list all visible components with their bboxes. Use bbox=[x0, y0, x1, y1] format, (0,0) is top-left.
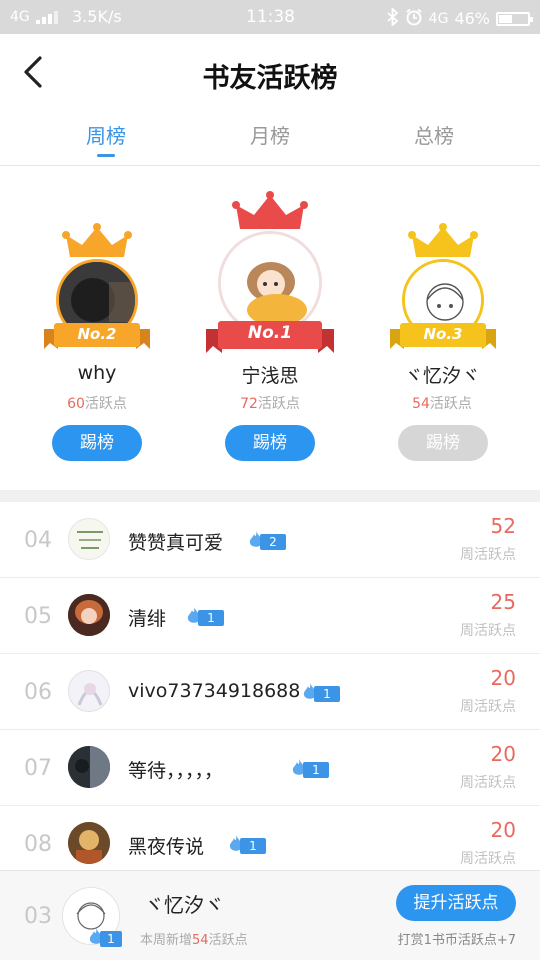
active-tab-indicator bbox=[97, 154, 115, 157]
rank-label: No.3 bbox=[423, 325, 463, 343]
rank-number: 05 bbox=[24, 604, 52, 629]
score-label: 周活跃点 bbox=[460, 775, 516, 791]
user-name: 等待，，，，， bbox=[128, 760, 224, 782]
score-label: 周活跃点 bbox=[460, 547, 516, 563]
user-name: 黑夜传说 bbox=[128, 836, 205, 858]
section-divider bbox=[0, 490, 540, 502]
network-type-right: 4G bbox=[428, 11, 449, 27]
crown-icon bbox=[62, 223, 132, 257]
signal-icon bbox=[36, 10, 62, 28]
my-weekly-points: 本周新增54活跃点 bbox=[140, 933, 248, 948]
level-number: 1 bbox=[100, 931, 122, 947]
list-item[interactable]: 05 清绯 1 25 周活跃点 bbox=[0, 578, 540, 654]
rank-tabs: 周榜 月榜 总榜 bbox=[0, 110, 540, 166]
level-number: 2 bbox=[260, 534, 286, 550]
network-speed: 3.5K/s bbox=[72, 7, 122, 26]
header: 书友活跃榜 bbox=[0, 34, 540, 110]
score-value: 20 bbox=[490, 818, 516, 842]
score-value: 52 bbox=[490, 514, 516, 538]
rank-number: 08 bbox=[24, 832, 52, 857]
score-label: 周活跃点 bbox=[460, 623, 516, 639]
list-item[interactable]: 07 等待，，，，， 1 20 周活跃点 bbox=[0, 730, 540, 806]
podium-name: ヾ忆汐ヾ bbox=[403, 365, 480, 387]
kick-button[interactable]: 踢榜 bbox=[52, 425, 142, 461]
clock: 11:38 bbox=[246, 7, 295, 27]
user-name: 清绯 bbox=[128, 608, 167, 630]
tab-monthly[interactable]: 月榜 bbox=[210, 120, 330, 149]
level-number: 1 bbox=[314, 686, 340, 702]
user-name: vivo73734918688 bbox=[128, 680, 301, 702]
tab-weekly[interactable]: 周榜 bbox=[46, 120, 166, 149]
score-value: 20 bbox=[490, 666, 516, 690]
top-three-podium: No.2 why 60活跃点 踢榜 No.1 宁浅思 72活跃点 踢榜 No.3… bbox=[0, 167, 540, 490]
rank-number: 07 bbox=[24, 756, 52, 781]
my-level-badge: 1 bbox=[88, 928, 124, 947]
level-number: 1 bbox=[303, 762, 329, 778]
user-name: 赞赞真可爱 bbox=[128, 532, 224, 554]
alarm-icon bbox=[405, 8, 423, 30]
battery-percent: 46% bbox=[454, 9, 490, 28]
kick-button[interactable]: 踢榜 bbox=[225, 425, 315, 461]
rank-number: 06 bbox=[24, 680, 52, 705]
crown-icon bbox=[232, 191, 308, 229]
rank-list: 04 赞赞真可爱 2 52 周活跃点 05 清绯 1 25 周活跃点 06 vi… bbox=[0, 502, 540, 882]
podium-name: why bbox=[77, 362, 117, 384]
score-label: 周活跃点 bbox=[460, 851, 516, 867]
podium-points: 72活跃点 bbox=[240, 396, 300, 412]
boost-activity-button[interactable]: 提升活跃点 bbox=[396, 885, 516, 921]
avatar bbox=[68, 518, 110, 560]
podium-points: 60活跃点 bbox=[67, 396, 127, 412]
tab-total[interactable]: 总榜 bbox=[374, 120, 494, 149]
avatar bbox=[68, 594, 110, 636]
my-rank-bar: 03 1 ヾ忆汐ヾ 本周新增54活跃点 提升活跃点 打赏1书币活跃点+7 bbox=[0, 870, 540, 960]
crown-icon bbox=[408, 223, 478, 257]
rank-label: No.2 bbox=[77, 325, 117, 343]
score-value: 25 bbox=[490, 590, 516, 614]
score-label: 周活跃点 bbox=[460, 699, 516, 715]
list-item[interactable]: 04 赞赞真可爱 2 52 周活跃点 bbox=[0, 502, 540, 578]
score-value: 20 bbox=[490, 742, 516, 766]
kick-button[interactable]: 踢榜 bbox=[398, 425, 488, 461]
podium-points: 54活跃点 bbox=[412, 396, 472, 412]
my-rank-number: 03 bbox=[24, 904, 52, 929]
network-type: 4G bbox=[10, 9, 30, 25]
rank-label: No.1 bbox=[247, 323, 293, 343]
rank-number: 04 bbox=[24, 528, 52, 553]
boost-note: 打赏1书币活跃点+7 bbox=[397, 933, 516, 948]
avatar bbox=[68, 746, 110, 788]
list-item[interactable]: 06 vivo73734918688 1 20 周活跃点 bbox=[0, 654, 540, 730]
status-right: 4G 46% bbox=[387, 6, 533, 30]
level-number: 1 bbox=[240, 838, 266, 854]
page-title: 书友活跃榜 bbox=[202, 63, 338, 94]
podium-name: 宁浅思 bbox=[241, 365, 299, 387]
bluetooth-icon bbox=[387, 6, 399, 30]
avatar bbox=[68, 670, 110, 712]
status-bar: 4G 3.5K/s 11:38 4G 46% bbox=[0, 0, 540, 34]
avatar bbox=[68, 822, 110, 864]
battery-icon bbox=[496, 12, 533, 26]
my-name: ヾ忆汐ヾ bbox=[144, 893, 224, 917]
level-number: 1 bbox=[198, 610, 224, 626]
